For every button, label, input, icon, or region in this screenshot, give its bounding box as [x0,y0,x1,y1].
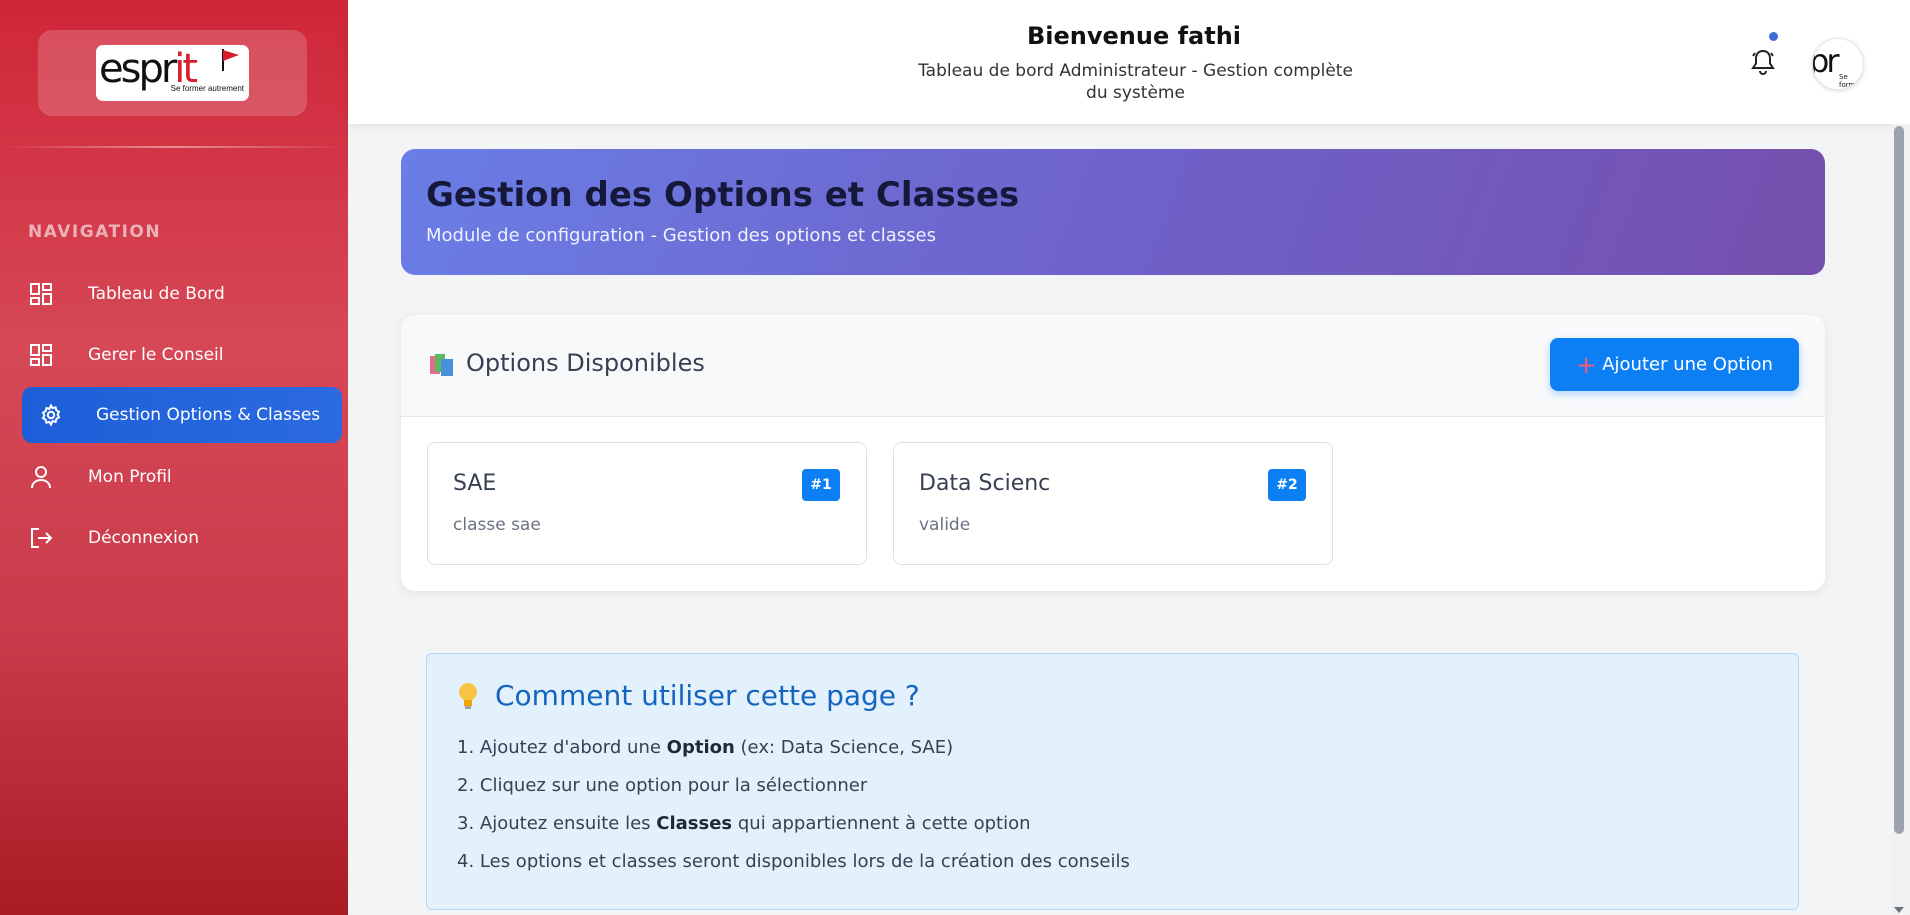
scrollbar[interactable] [1892,124,1910,915]
bell-icon[interactable] [1750,48,1776,76]
dashboard-icon [28,281,54,307]
notification-dot [1769,32,1778,41]
welcome-title: Bienvenue fathi [1026,22,1242,50]
sidebar: esprit Se former autrement NAVIGATION Ta… [0,0,348,915]
divider [0,146,348,148]
avatar[interactable]: pr Se form [1812,38,1864,90]
option-badge: #2 [1268,469,1306,501]
sidebar-item-gerer-conseil[interactable]: Gerer le Conseil [22,327,342,383]
dashboard-icon [28,342,54,368]
option-description: valide [919,515,971,535]
help-title: Comment utiliser cette page ? [457,679,920,712]
scroll-thumb[interactable] [1894,126,1904,834]
sidebar-item-label: Gerer le Conseil [88,345,224,365]
books-icon [429,353,455,377]
options-title: Options Disponibles [466,349,705,377]
option-card[interactable]: Data Scienc valide #2 [893,442,1333,565]
option-description: classe sae [453,515,541,535]
add-option-button[interactable]: + Ajouter une Option [1550,338,1799,391]
logo-container: esprit Se former autrement [38,30,307,116]
sidebar-item-mon-profil[interactable]: Mon Profil [22,449,342,505]
option-badge: #1 [802,469,840,501]
flag-icon [223,50,239,61]
sidebar-item-tableau-de-bord[interactable]: Tableau de Bord [22,266,342,322]
sidebar-item-label: Gestion Options & Classes [96,405,321,425]
sidebar-item-label: Mon Profil [88,467,172,487]
option-name: SAE [453,471,497,496]
sidebar-item-label: Déconnexion [88,528,199,548]
page-subtitle: Module de configuration - Gestion des op… [426,225,936,246]
user-icon [28,464,54,490]
option-card[interactable]: SAE classe sae #1 [427,442,867,565]
page-title: Gestion des Options et Classes [426,175,1020,215]
gear-icon [38,402,64,428]
help-steps: 1. Ajoutez d'abord une Option (ex: Data … [457,732,1130,884]
help-box: Comment utiliser cette page ? 1. Ajoutez… [426,653,1799,910]
option-name: Data Scienc [919,471,1051,496]
plus-icon: + [1576,350,1597,379]
sidebar-item-gestion-options[interactable]: Gestion Options & Classes [22,387,342,443]
logout-icon [28,525,54,551]
list-item: 1. Ajoutez d'abord une Option (ex: Data … [457,737,954,758]
list-item: 3. Ajoutez ensuite les Classes qui appar… [457,813,1031,834]
lightbulb-icon [457,681,479,711]
esprit-logo[interactable]: esprit Se former autrement [96,45,249,101]
nav-heading: NAVIGATION [28,222,162,242]
scroll-down-arrow[interactable] [1894,907,1904,913]
top-header: Bienvenue fathi Tableau de bord Administ… [348,0,1910,124]
list-item: 2. Cliquez sur une option pour la sélect… [457,775,868,796]
options-header: Options Disponibles + Ajouter une Option [401,315,1825,417]
sidebar-item-label: Tableau de Bord [88,284,225,304]
sidebar-item-deconnexion[interactable]: Déconnexion [22,510,342,566]
options-panel: Options Disponibles + Ajouter une Option… [401,315,1825,591]
list-item: 4. Les options et classes seront disponi… [457,851,1130,872]
page-banner: Gestion des Options et Classes Module de… [401,149,1825,275]
welcome-subtitle: Tableau de bord Administrateur - Gestion… [918,61,1353,103]
